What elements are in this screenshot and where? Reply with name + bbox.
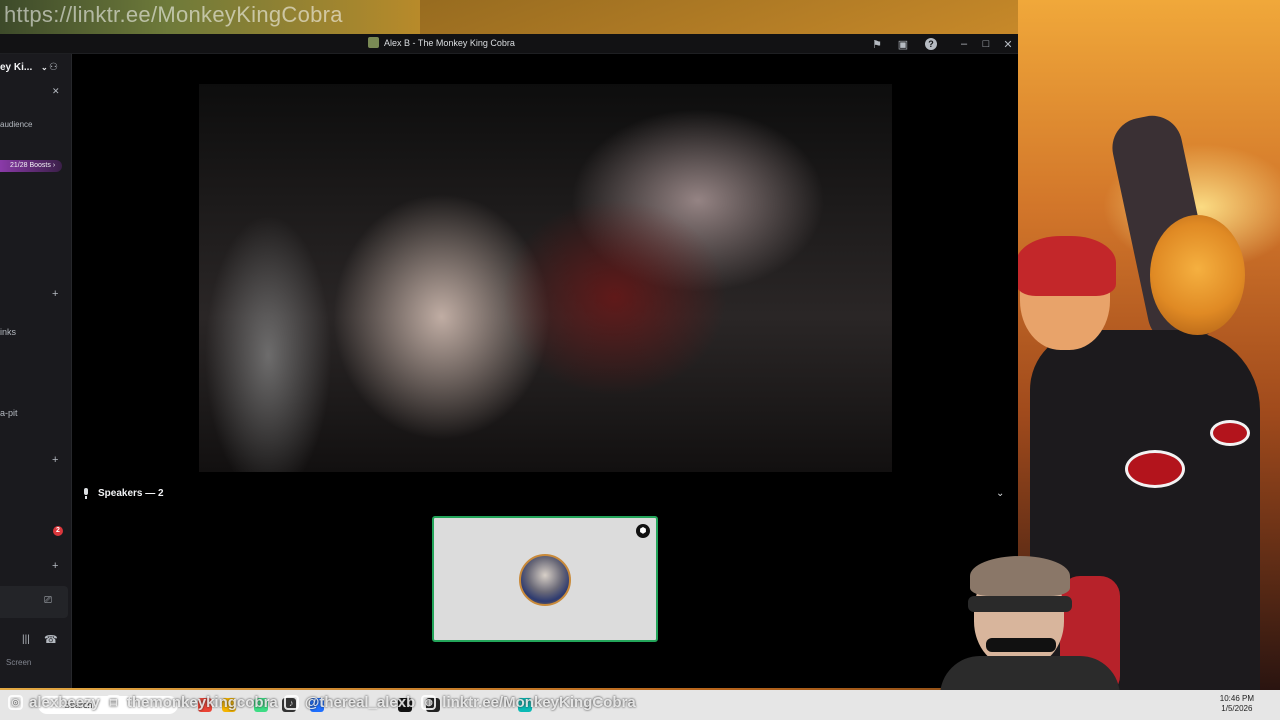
server-avatar-icon: [368, 37, 379, 48]
disconnect-icon[interactable]: ☎: [44, 633, 58, 646]
avatar: [519, 554, 571, 606]
help-icon[interactable]: ?: [925, 38, 937, 50]
tiktok-icon: ♪: [283, 695, 299, 710]
soundboard-icon[interactable]: |||: [22, 634, 30, 645]
stream-icon[interactable]: ⎚: [44, 595, 52, 606]
stream-url-overlay: https://linktr.ee/MonkeyKingCobra: [4, 2, 343, 27]
social-handle: linktr.ee/MonkeyKingCobra: [442, 694, 636, 711]
globe-icon: ◍: [421, 695, 437, 710]
moderator-icon: ⬢: [636, 524, 650, 538]
voice-controls: ||| ☎: [0, 630, 71, 660]
microphone-icon: [82, 488, 90, 499]
wallpaper-character-mask: [1150, 215, 1245, 335]
add-channel-icon[interactable]: +: [52, 560, 58, 572]
add-channel-icon[interactable]: +: [52, 454, 58, 466]
stream-video[interactable]: [199, 84, 892, 472]
streamer-shirt: [940, 656, 1120, 690]
invite-user-icon[interactable]: ⚇: [49, 62, 58, 73]
window-title-text: Alex B - The Monkey King Cobra: [384, 37, 515, 48]
screen-share-icon[interactable]: ▣: [895, 36, 911, 52]
instagram-icon: ◎: [8, 695, 23, 710]
system-clock[interactable]: 10:46 PM 1/5/2026: [1220, 694, 1254, 714]
close-icon[interactable]: ✕: [1000, 36, 1016, 52]
window-title: Alex B - The Monkey King Cobra: [368, 37, 515, 48]
speakers-header: Speakers — 2: [82, 488, 164, 499]
social-handles-overlay: ◎ alexbeezy ▤ themonkeykingcobra ♪ @ther…: [8, 694, 636, 711]
channel-sidebar: ey Ki... ⌄ ⚇ ✕ audience 21/28 Boosts › +…: [0, 54, 72, 688]
screen-share-label[interactable]: Screen: [6, 658, 31, 667]
notification-badge: 2: [53, 526, 63, 536]
twitch-icon: ▤: [105, 695, 121, 710]
stage-main: Speakers — 2 ⌄ ⬢: [72, 54, 1018, 688]
discord-window: Alex B - The Monkey King Cobra ⚑ ▣ ? – □…: [0, 34, 1018, 688]
speakers-header-label: Speakers — 2: [98, 488, 164, 499]
clock-time: 10:46 PM: [1219, 694, 1254, 703]
minimize-icon[interactable]: –: [956, 36, 972, 52]
headset: [968, 596, 1072, 612]
speaker-tile[interactable]: ⬢: [432, 516, 658, 642]
streamer-webcam: [940, 556, 1160, 690]
flag-icon[interactable]: ⚑: [869, 36, 885, 52]
wallpaper-cloud-emblem: [1210, 420, 1250, 446]
channel-item-pit[interactable]: a-pit: [0, 408, 18, 418]
wallpaper-character-hair: [1016, 236, 1116, 296]
social-handle: themonkeykingcobra: [126, 694, 278, 711]
maximize-icon[interactable]: □: [978, 36, 994, 52]
boost-progress-pill[interactable]: 21/28 Boosts ›: [0, 160, 62, 172]
streamer-hair: [970, 556, 1070, 596]
social-handle: @thereal_alexb: [304, 694, 416, 711]
title-bar: Alex B - The Monkey King Cobra ⚑ ▣ ? – □…: [0, 34, 1018, 54]
server-name[interactable]: ey Ki... ⌄: [0, 62, 48, 73]
clock-date: 1/5/2026: [1221, 704, 1253, 713]
voice-status-panel: ⎚: [0, 586, 68, 618]
social-handle: alexbeezy: [29, 694, 100, 711]
chevron-down-icon: ⌄: [41, 63, 48, 72]
boost-pill-label: 21/28 Boosts: [10, 162, 51, 169]
add-channel-icon[interactable]: +: [52, 288, 58, 300]
server-name-label: ey Ki...: [0, 62, 33, 73]
sunglasses: [986, 638, 1056, 652]
channel-item-links[interactable]: inks: [0, 327, 16, 337]
audience-text: audience: [0, 120, 33, 129]
dismiss-icon[interactable]: ✕: [52, 86, 60, 97]
chevron-down-icon[interactable]: ⌄: [996, 488, 1004, 499]
wallpaper-cloud-emblem: [1125, 450, 1185, 488]
